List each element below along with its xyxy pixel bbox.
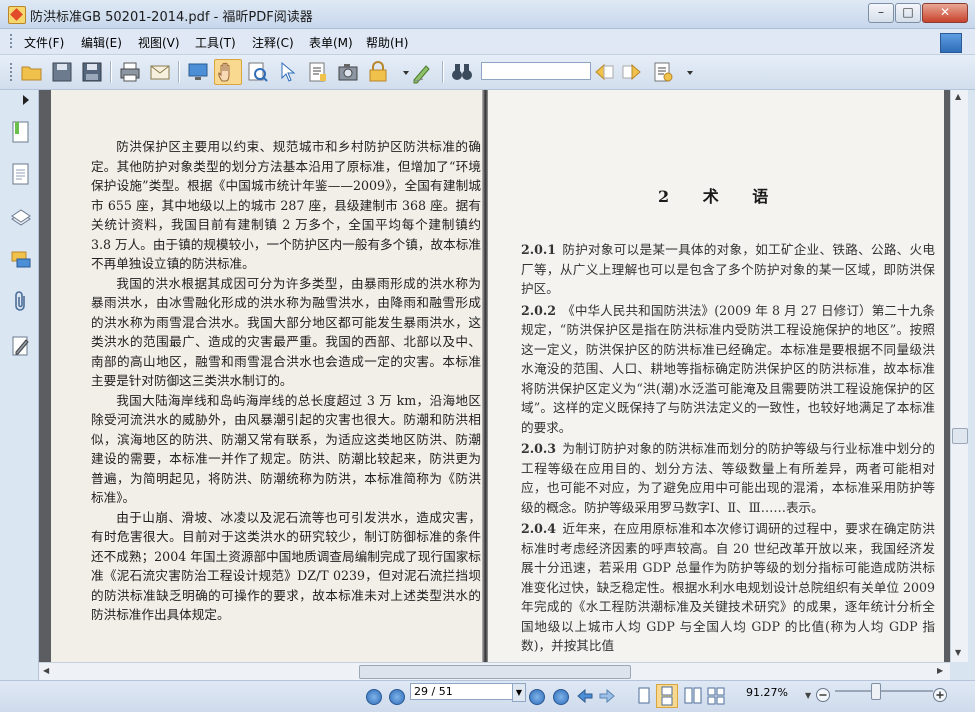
document-view[interactable]: 防洪保护区主要用以约束、规范城市和乡村防护区防洪标准的确定。其他防护对象类型的划… [39,90,950,662]
term-number: 2.0.2 [521,302,557,318]
signatures-icon[interactable] [10,334,32,358]
go-forward-icon[interactable] [598,688,616,707]
last-page-icon[interactable] [553,689,569,705]
menu-file[interactable]: 文件(F) [24,34,64,51]
horizontal-scroll-thumb[interactable] [359,665,631,679]
email-icon[interactable] [148,60,172,84]
previous-page-icon[interactable] [389,689,405,705]
open-folder-icon[interactable] [20,60,44,84]
zoom-level[interactable]: 91.27% [746,686,788,699]
maximize-button[interactable]: □ [895,3,921,23]
menu-form[interactable]: 表单(M) [309,34,353,51]
facing-view-icon[interactable] [684,687,702,708]
bookmarks-icon[interactable] [10,120,32,144]
left-paragraph: 由于山崩、滑坡、冰凌以及泥石流等也可引发洪水，造成灾害，有时危害很大。目前对于这… [91,509,481,623]
scroll-down-arrow-icon[interactable]: ▼ [955,648,961,657]
layers-icon[interactable] [10,206,32,230]
go-back-icon[interactable] [576,688,594,707]
search-options-dropdown-icon[interactable] [678,60,693,84]
zoom-in-icon[interactable] [932,687,948,706]
minimize-button[interactable]: – [868,3,894,23]
menu-edit[interactable]: 编辑(E) [81,34,122,51]
pdf-page-right: 2 术 语 2.0.1 防护对象可以是某一具体的对象，如工矿企业、铁路、公路、火电… [488,90,944,662]
section-heading: 2 术 语 [658,187,783,206]
right-page-text: 2.0.1 防护对象可以是某一具体的对象，如工矿企业、铁路、公路、火电厂等，从广义… [521,240,935,656]
save-as-icon[interactable] [80,60,104,84]
print-icon[interactable] [118,60,142,84]
menu-help[interactable]: 帮助(H) [366,34,408,51]
term-item: 2.0.2 《中华人民共和国防洪法》(2009 年 8 月 27 日修订）第二十九… [521,301,935,438]
scroll-right-arrow-icon[interactable]: ▶ [937,666,943,675]
monitor-icon[interactable] [186,60,210,84]
snapshot-zoom-icon[interactable] [246,60,270,84]
left-paragraph: 我国大陆海岸线和岛屿海岸线的总长度超过 3 万 km，沿海地区除受河流洪水的威胁… [91,392,481,506]
term-number: 2.0.3 [521,441,557,456]
binoculars-icon[interactable] [450,60,474,84]
sidebar-toggle-button[interactable] [0,90,38,110]
toolbar-separator [442,61,444,83]
left-page-text: 防洪保护区主要用以约束、规范城市和乡村防护区防洪标准的确定。其他防护对象类型的划… [91,137,481,625]
menu-comment[interactable]: 注释(C) [252,34,294,51]
comments-icon[interactable] [10,248,32,272]
save-icon[interactable] [50,60,74,84]
find-next-icon[interactable] [620,60,644,84]
find-previous-icon[interactable] [592,60,616,84]
zoom-slider-track[interactable] [835,690,933,692]
navigation-sidebar [0,90,39,681]
camera-icon[interactable] [336,60,360,84]
page-number-field[interactable]: 29 / 51 [410,683,520,700]
page-thumbnails-icon[interactable] [10,162,32,186]
zoom-out-icon[interactable] [815,687,831,706]
zoom-dropdown-icon[interactable]: ▼ [805,691,811,700]
scroll-left-arrow-icon[interactable]: ◀ [43,666,49,675]
term-item: 2.0.4 近年来，在应用原标准和本次修订调研的过程中，要求在确定防洪标准时考虑经… [521,519,935,656]
toolbar-separator [110,61,112,83]
first-page-icon[interactable] [366,689,382,705]
search-options-icon[interactable] [652,60,676,84]
window-title: 防洪标准GB 50201-2014.pdf - 福昕PDF阅读器 [30,10,313,25]
scroll-up-arrow-icon[interactable]: ▲ [955,92,961,101]
term-number: 2.0.1 [521,242,557,257]
term-text: 近年来，在应用原标准和本次修订调研的过程中，要求在确定防洪标准时考虑经济因素的呼… [521,521,935,653]
term-text: 《中华人民共和国防洪法》(2009 年 8 月 27 日修订）第二十九条规定，“… [521,302,935,435]
horizontal-scrollbar[interactable]: ◀ ▶ [39,662,950,680]
rms-lock-icon[interactable] [366,60,390,84]
title-bar: 防洪标准GB 50201-2014.pdf - 福昕PDF阅读器 – □ ✕ [0,0,975,29]
rms-dropdown-icon[interactable] [394,60,409,84]
left-paragraph: 防洪保护区主要用以约束、规范城市和乡村防护区防洪标准的确定。其他防护对象类型的划… [91,139,481,271]
toolbar-separator [178,61,180,83]
select-arrow-icon[interactable] [276,60,300,84]
app-icon [8,6,26,24]
continuous-view-icon[interactable] [656,684,678,708]
term-text: 防护对象可以是某一具体的对象，如工矿企业、铁路、公路、火电厂等，从广义上理解也可… [521,242,935,296]
menu-bar: 文件(F) 编辑(E) 视图(V) 工具(T) 注释(C) 表单(M) 帮助(H… [0,29,975,55]
search-input[interactable] [481,62,591,80]
fullscreen-icon[interactable] [940,33,962,53]
attachments-icon[interactable] [10,290,32,314]
single-page-view-icon[interactable] [636,687,652,708]
sign-pen-icon[interactable] [410,60,434,84]
select-text-icon[interactable] [306,60,330,84]
left-paragraph: 我国的洪水根据其成因可分为许多类型，由暴雨形成的洪水称为暴雨洪水，由冰雪融化形成… [91,275,481,389]
term-item: 2.0.3 为制订防护对象的防洪标准而划分的防护等级与行业标准中划分的工程等级在应… [521,439,935,517]
term-number: 2.0.4 [521,521,557,536]
pdf-page-left: 防洪保护区主要用以约束、规范城市和乡村防护区防洪标准的确定。其他防护对象类型的划… [51,90,482,662]
continuous-facing-view-icon[interactable] [707,687,725,708]
menu-tools[interactable]: 工具(T) [195,34,236,51]
menu-grip [10,34,14,48]
toolbar-grip [10,63,14,81]
vertical-scroll-thumb[interactable] [952,428,968,444]
hand-tool-icon[interactable] [214,59,242,85]
zoom-slider-thumb[interactable] [871,683,881,700]
vertical-scrollbar[interactable]: ▲ ▼ [950,90,968,662]
menu-view[interactable]: 视图(V) [138,34,180,51]
close-button[interactable]: ✕ [922,3,968,23]
term-item: 2.0.1 防护对象可以是某一具体的对象，如工矿企业、铁路、公路、火电厂等，从广义… [521,240,935,299]
term-text: 为制订防护对象的防洪标准而划分的防护等级与行业标准中划分的工程等级在应用目的、划… [521,441,935,515]
next-page-icon[interactable] [529,689,545,705]
page-dropdown-icon[interactable]: ▼ [512,683,526,702]
